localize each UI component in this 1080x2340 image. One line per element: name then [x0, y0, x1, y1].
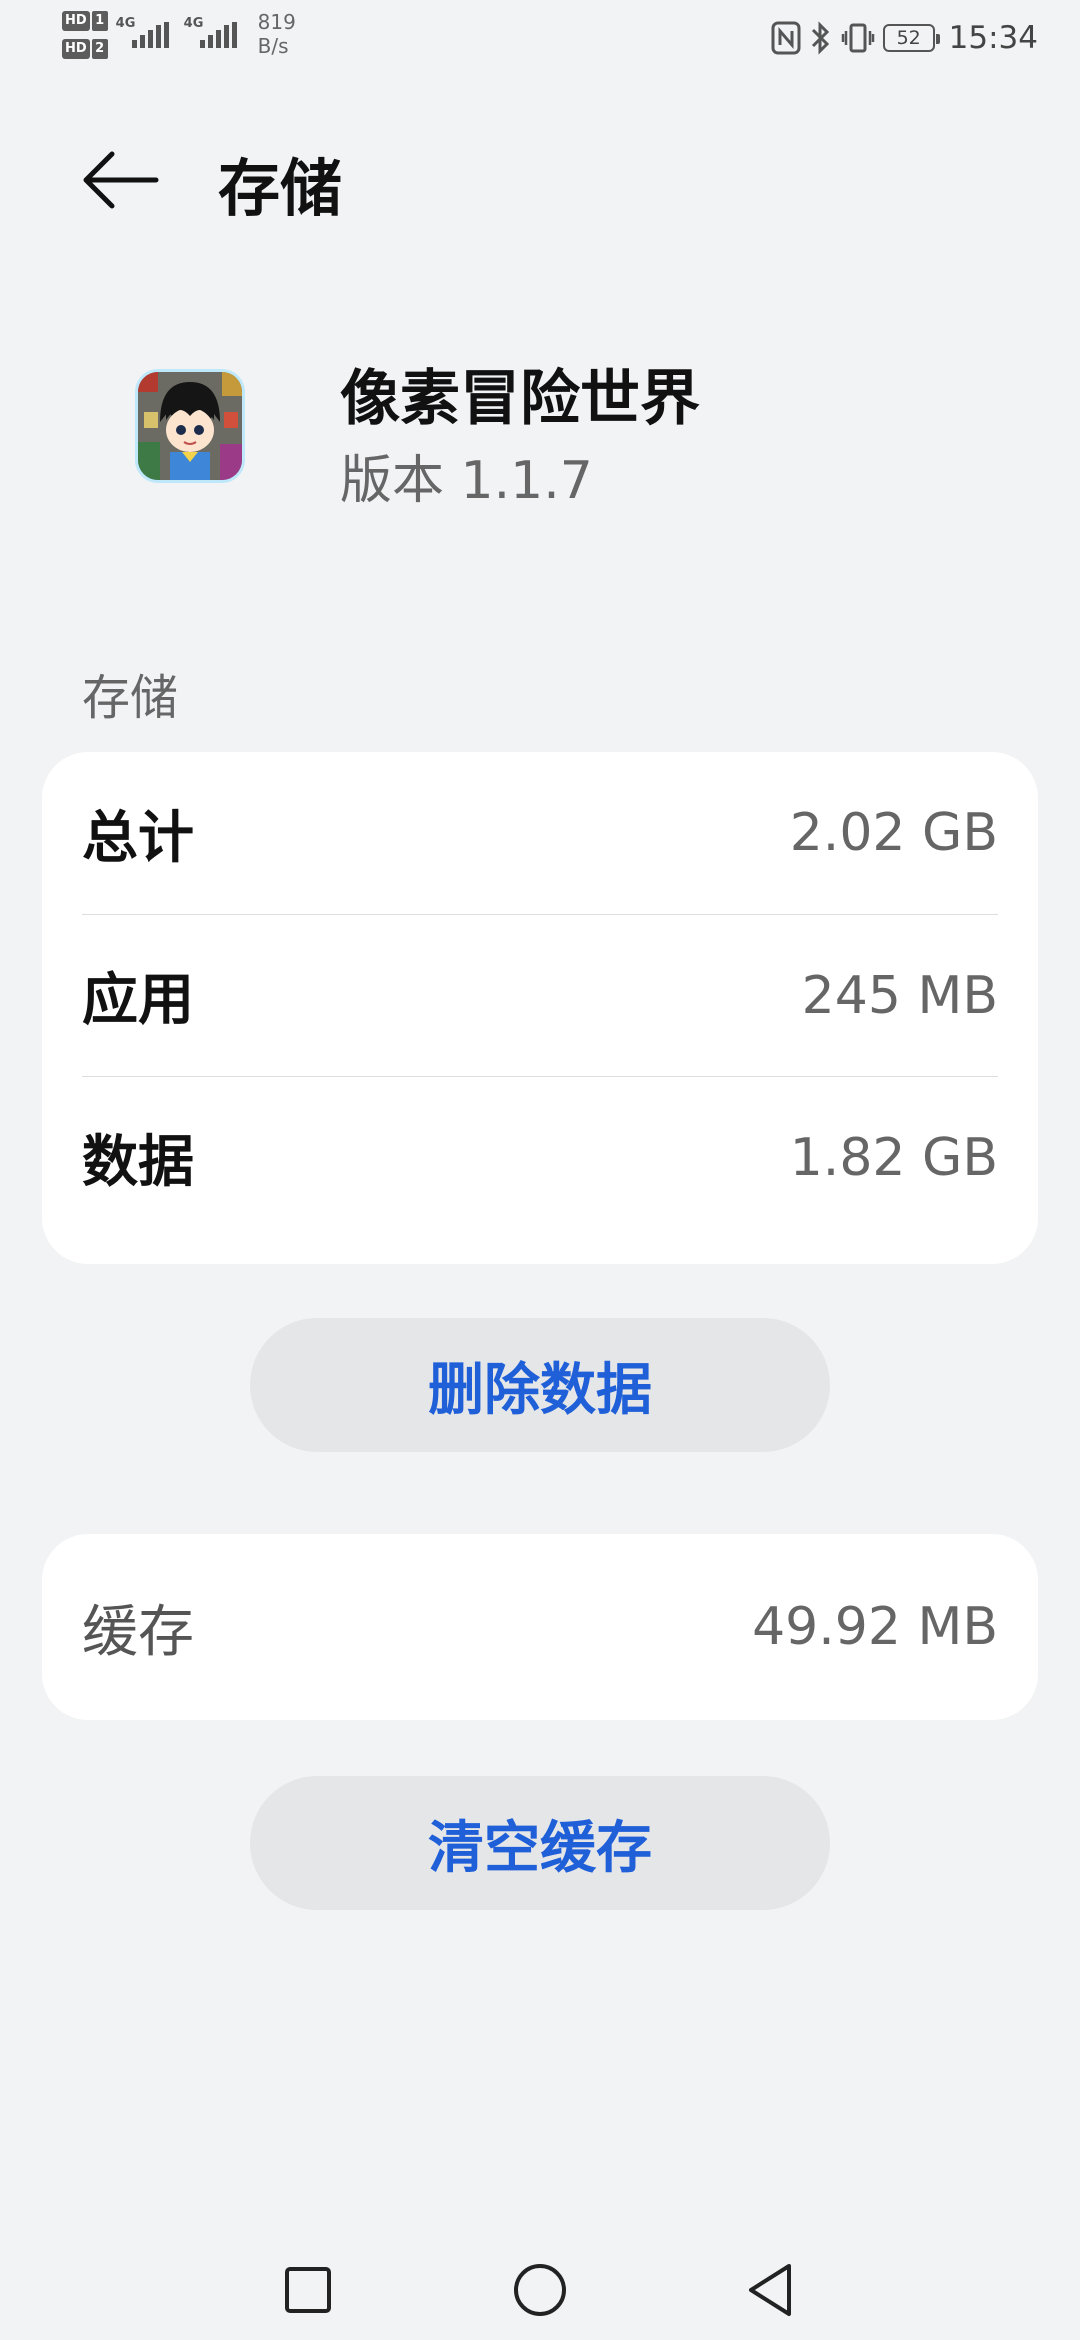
network-speed: 819 B/s [258, 10, 296, 58]
status-bar: HD 1 HD 2 4G 4G 819 B/s 52 15:34 [0, 0, 1080, 80]
cache-row: 缓存 49.92 MB [82, 1534, 998, 1720]
app-version: 版本 1.1.7 [340, 451, 593, 511]
cache-card: 缓存 49.92 MB [42, 1534, 1038, 1720]
vibrate-icon [841, 23, 874, 53]
section-label-storage: 存储 [82, 670, 179, 726]
nfc-icon [771, 21, 801, 55]
storage-row-label: 总计 [82, 805, 194, 871]
back-icon [749, 2264, 791, 2316]
home-button[interactable] [500, 2250, 580, 2330]
pixel-character-icon [138, 372, 242, 480]
storage-row-label: 应用 [82, 968, 194, 1033]
app-icon [138, 372, 242, 480]
back-nav-button[interactable] [730, 2250, 810, 2330]
cache-value: 49.92 MB [752, 1597, 998, 1657]
home-icon [514, 2264, 566, 2316]
storage-row-data: 数据 1.82 GB [82, 1076, 998, 1238]
signal-sim2: 4G [184, 10, 240, 54]
clock: 15:34 [948, 20, 1038, 56]
clear-cache-button[interactable]: 清空缓存 [250, 1776, 830, 1910]
signal-bars-icon [131, 22, 169, 48]
signal-bars-icon [199, 22, 237, 48]
sim-number: 2 [91, 39, 108, 59]
back-button[interactable] [70, 130, 170, 230]
cache-label: 缓存 [82, 1599, 194, 1665]
status-bar-right: 52 15:34 [771, 16, 1038, 60]
sim-number: 1 [91, 11, 108, 31]
status-bar-left: HD 1 HD 2 4G 4G 819 B/s [62, 10, 296, 70]
storage-row-value: 1.82 GB [789, 1127, 998, 1188]
app-name: 像素冒险世界 [340, 364, 700, 434]
hd-label: HD [62, 39, 90, 59]
hd-badge-sim1: HD 1 [62, 10, 108, 32]
battery-icon: 52 [882, 24, 940, 52]
volte-indicators: HD 1 HD 2 [62, 10, 108, 60]
storage-row-value: 245 MB [801, 965, 998, 1026]
hd-label: HD [62, 11, 90, 31]
signal-sim1: 4G [116, 10, 172, 54]
header: 存储 [0, 110, 1080, 240]
navigation-bar [0, 2230, 1080, 2340]
app-info: 像素冒险世界 版本 1.1.7 [0, 340, 1080, 540]
delete-data-button[interactable]: 删除数据 [250, 1318, 830, 1452]
storage-row-value: 2.02 GB [789, 803, 998, 863]
storage-row-app: 应用 245 MB [82, 914, 998, 1076]
storage-row-total: 总计 2.02 GB [82, 752, 998, 914]
hd-badge-sim2: HD 2 [62, 38, 108, 60]
storage-row-label: 数据 [82, 1130, 194, 1195]
page-title: 存储 [218, 152, 343, 225]
arrow-left-icon [83, 151, 159, 209]
app-storage-screen: HD 1 HD 2 4G 4G 819 B/s 52 15:34 存储 像素冒险… [0, 0, 1080, 2340]
recent-apps-icon [285, 2267, 331, 2313]
storage-card: 总计 2.02 GB 应用 245 MB 数据 1.82 GB [42, 752, 1038, 1264]
bluetooth-icon [811, 21, 829, 55]
recent-apps-button[interactable] [268, 2250, 348, 2330]
network-speed-value: 819 [257, 10, 296, 34]
network-speed-unit: B/s [257, 34, 289, 58]
battery-level: 52 [896, 26, 921, 49]
